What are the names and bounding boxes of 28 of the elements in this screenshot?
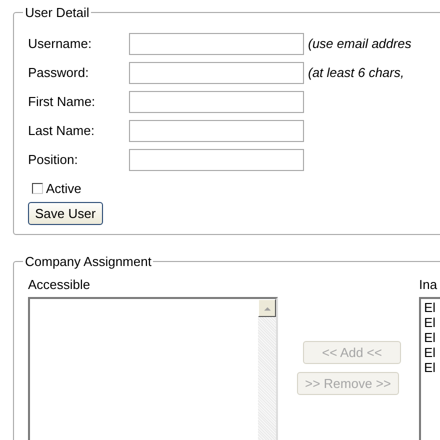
list-box[interactable]: El El El El El [419,297,440,440]
section-title: Company Assignment [24,254,152,269]
field-label: Position: [28,152,79,167]
checkbox[interactable] [32,182,43,194]
input-field[interactable] [129,120,304,142]
scroll-up-icon[interactable] [258,299,276,317]
input-field[interactable] [129,148,304,170]
list-label: Ina [419,277,438,293]
section-title: User Detail [24,5,90,20]
input-field[interactable] [129,62,304,84]
input-field[interactable] [129,32,304,54]
field-hint: (use email addres [308,36,412,51]
field-hint: (at least 6 chars, [308,65,404,80]
save-button[interactable]: Save User [28,202,103,225]
field-label: Password: [28,65,90,80]
list-item[interactable]: El [424,345,440,360]
field-label: First Name: [28,94,96,109]
scrollbar[interactable] [258,299,276,440]
list-item[interactable]: El [424,315,440,330]
list-label: Accessible [28,277,92,293]
list-item[interactable]: El [424,360,440,375]
field-label: Username: [28,36,93,51]
list-box[interactable] [28,297,278,440]
field-label: Last Name: [28,123,96,138]
list-item[interactable]: El [424,300,440,315]
checkbox-label: Active [46,180,82,196]
list-item[interactable]: El [424,330,440,345]
input-field[interactable] [129,90,304,112]
